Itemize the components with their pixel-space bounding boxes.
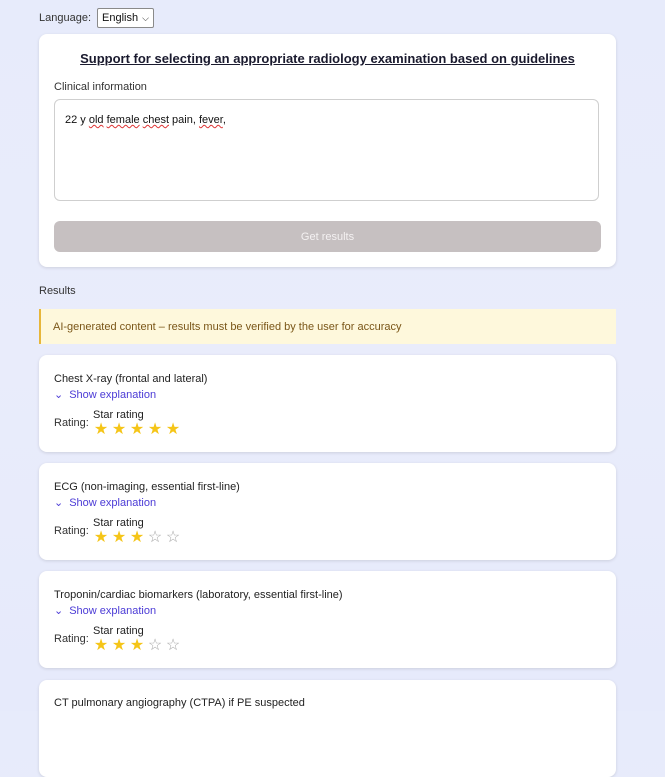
star-rating-label: Star rating xyxy=(93,517,144,529)
rating-label: Rating: xyxy=(54,525,89,537)
result-card: Troponin/cardiac biomarkers (laboratory,… xyxy=(39,571,616,668)
star-filled-icon: ★ xyxy=(93,637,109,654)
chevron-down-icon: ⌄ xyxy=(54,605,64,617)
star-empty-icon: ☆ xyxy=(147,637,163,654)
star-rating-label: Star rating xyxy=(93,409,144,421)
clinical-info-label: Clinical information xyxy=(54,81,147,93)
star-filled-icon: ★ xyxy=(165,421,181,438)
star-filled-icon: ★ xyxy=(111,637,127,654)
clinical-info-input[interactable]: 22 y old female chest pain, fever, xyxy=(54,99,599,201)
star-rating: ★ ★ ★ ★ ★ xyxy=(93,422,181,438)
page-title: Support for selecting an appropriate rad… xyxy=(80,51,575,66)
result-name: Troponin/cardiac biomarkers (laboratory,… xyxy=(54,589,343,601)
result-card: ECG (non-imaging, essential first-line) … xyxy=(39,463,616,560)
result-name: ECG (non-imaging, essential first-line) xyxy=(54,481,240,493)
star-filled-icon: ★ xyxy=(147,421,163,438)
get-results-button[interactable]: Get results xyxy=(54,221,601,252)
star-filled-icon: ★ xyxy=(93,529,109,546)
results-heading: Results xyxy=(39,285,76,297)
chevron-down-icon: ⌄ xyxy=(54,389,64,401)
star-empty-icon: ☆ xyxy=(165,637,181,654)
star-filled-icon: ★ xyxy=(111,529,127,546)
show-explanation-link[interactable]: ⌄ Show explanation xyxy=(54,496,156,510)
star-filled-icon: ★ xyxy=(129,529,145,546)
result-name: CT pulmonary angiography (CTPA) if PE su… xyxy=(54,697,305,709)
star-filled-icon: ★ xyxy=(129,421,145,438)
rating-label: Rating: xyxy=(54,417,89,429)
star-rating-label: Star rating xyxy=(93,625,144,637)
star-empty-icon: ☆ xyxy=(147,529,163,546)
star-filled-icon: ★ xyxy=(111,421,127,438)
star-filled-icon: ★ xyxy=(93,421,109,438)
rating-label: Rating: xyxy=(54,633,89,645)
ai-warning-banner: AI-generated content – results must be v… xyxy=(39,309,616,344)
result-card: Chest X-ray (frontal and lateral) ⌄ Show… xyxy=(39,355,616,452)
result-name: Chest X-ray (frontal and lateral) xyxy=(54,373,208,385)
star-empty-icon: ☆ xyxy=(165,529,181,546)
star-rating: ★ ★ ★ ☆ ☆ xyxy=(93,530,181,546)
form-card: Support for selecting an appropriate rad… xyxy=(39,34,616,267)
language-row: Language: English ⌵ xyxy=(39,8,154,28)
chevron-down-icon: ⌵ xyxy=(142,12,149,23)
language-value: English xyxy=(102,12,139,24)
show-explanation-link[interactable]: ⌄ Show explanation xyxy=(54,604,156,618)
language-select[interactable]: English ⌵ xyxy=(97,8,154,28)
star-filled-icon: ★ xyxy=(129,637,145,654)
show-explanation-link[interactable]: ⌄ Show explanation xyxy=(54,388,156,402)
star-rating: ★ ★ ★ ☆ ☆ xyxy=(93,638,181,654)
chevron-down-icon: ⌄ xyxy=(54,497,64,509)
result-card: CT pulmonary angiography (CTPA) if PE su… xyxy=(39,680,616,777)
language-label: Language: xyxy=(39,12,91,24)
